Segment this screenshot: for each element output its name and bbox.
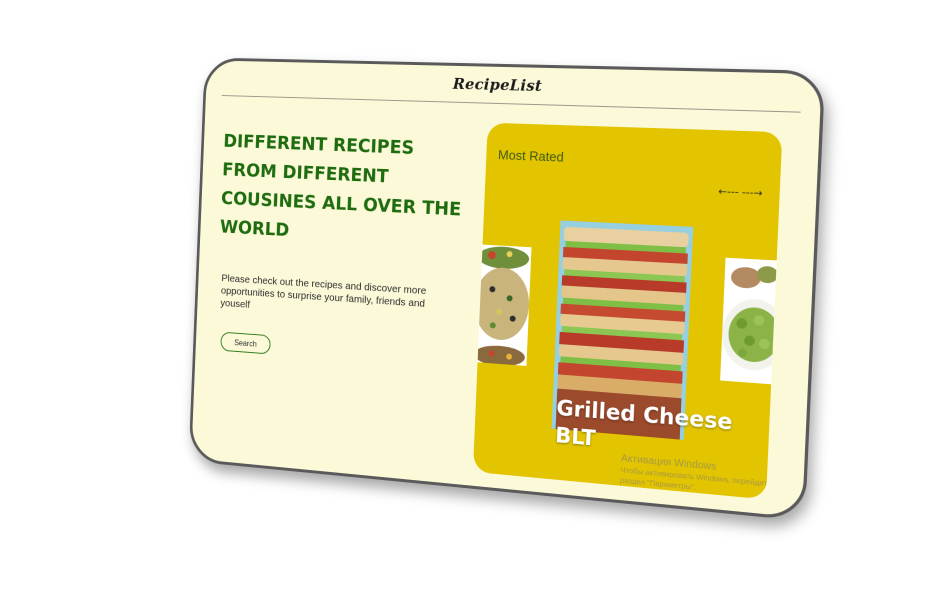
pasta-photo-next[interactable] (720, 257, 783, 385)
tablet-device-frame: RecipeList DIFFERENT RECIPES FROM DIFFER… (188, 57, 826, 522)
most-rated-title: Most Rated (497, 147, 565, 165)
most-rated-card: Most Rated ←--- ---→ Grilled Cheese BLT … (472, 122, 783, 500)
top-bar: RecipeList (221, 60, 803, 113)
hero-description: Please check out the recipes and discove… (220, 272, 427, 311)
stage: RecipeList DIFFERENT RECIPES FROM DIFFER… (0, 0, 931, 590)
carousel-arrows-label: ←--- ---→ (718, 186, 763, 200)
salad-photo-prev[interactable] (477, 244, 532, 366)
search-button[interactable]: Search (220, 331, 271, 355)
hero-title: DIFFERENT RECIPES FROM DIFFERENT COUSINE… (219, 131, 462, 241)
carousel-arrows-icon[interactable]: ←--- ---→ (718, 186, 763, 199)
site-logo[interactable]: RecipeList (453, 75, 543, 95)
